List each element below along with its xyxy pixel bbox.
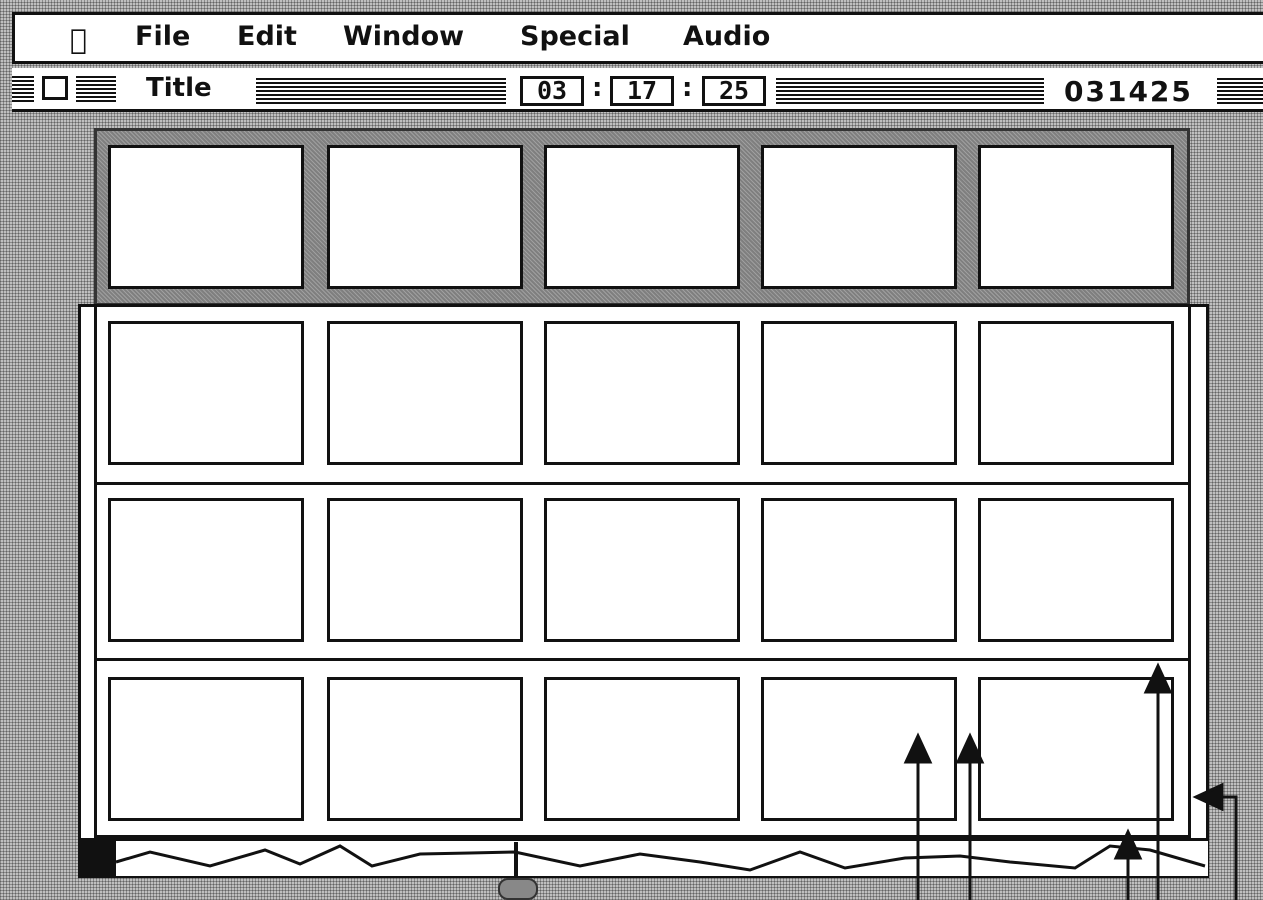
window-title: Title: [146, 73, 212, 103]
menu-bar:  File Edit Window Special Audio: [12, 12, 1263, 64]
storyboard-frame[interactable]: [108, 498, 304, 642]
close-box-icon[interactable]: [42, 76, 68, 100]
storyboard-frame[interactable]: [978, 145, 1174, 289]
audio-track[interactable]: [80, 838, 1208, 876]
timecode-seconds[interactable]: 25: [702, 76, 766, 106]
storyboard-frame[interactable]: [327, 145, 523, 289]
timecode-separator: :: [592, 73, 603, 103]
title-bar-stripes: [256, 76, 506, 104]
storyboard-frame[interactable]: [327, 677, 523, 821]
storyboard-frame[interactable]: [761, 498, 957, 642]
storyboard-frame[interactable]: [108, 677, 304, 821]
storyboard-frame[interactable]: [108, 321, 304, 465]
storyboard-frame[interactable]: [108, 145, 304, 289]
timecode-minutes[interactable]: 17: [610, 76, 674, 106]
row-divider: [96, 658, 1190, 661]
storyboard-frame[interactable]: [978, 321, 1174, 465]
title-bar-stripes: [776, 76, 1044, 104]
menu-edit[interactable]: Edit: [237, 21, 297, 52]
storyboard-frame[interactable]: [761, 145, 957, 289]
storyboard-frame[interactable]: [327, 498, 523, 642]
menu-file[interactable]: File: [135, 21, 190, 52]
timecode-separator: :: [682, 73, 693, 103]
storyboard-frame[interactable]: [544, 677, 740, 821]
window-title-bar[interactable]: Title 03 : 17 : 25 031425: [12, 68, 1263, 112]
storyboard-frame[interactable]: [544, 145, 740, 289]
panel-inner-right-border: [1188, 306, 1191, 838]
storyboard-frame[interactable]: [544, 498, 740, 642]
menu-audio[interactable]: Audio: [683, 21, 770, 52]
menu-window[interactable]: Window: [343, 21, 464, 52]
storyboard-frame[interactable]: [978, 498, 1174, 642]
storyboard-frame[interactable]: [544, 321, 740, 465]
timecode-hours[interactable]: 03: [520, 76, 584, 106]
storyboard-frame[interactable]: [761, 677, 957, 821]
scroll-thumb-icon[interactable]: [498, 878, 538, 900]
title-bar-stripes: [12, 76, 34, 102]
storyboard-frame[interactable]: [978, 677, 1174, 821]
menu-special[interactable]: Special: [520, 21, 630, 52]
audio-track-marker: [80, 838, 116, 876]
title-bar-stripes: [1217, 76, 1263, 104]
storyboard-frame[interactable]: [761, 321, 957, 465]
panel-inner-left-border: [94, 306, 97, 838]
frame-counter: 031425: [1064, 75, 1193, 108]
apple-logo-icon[interactable]: : [70, 23, 87, 56]
storyboard-frame[interactable]: [327, 321, 523, 465]
row-divider: [96, 482, 1190, 485]
title-bar-stripes: [76, 76, 116, 102]
